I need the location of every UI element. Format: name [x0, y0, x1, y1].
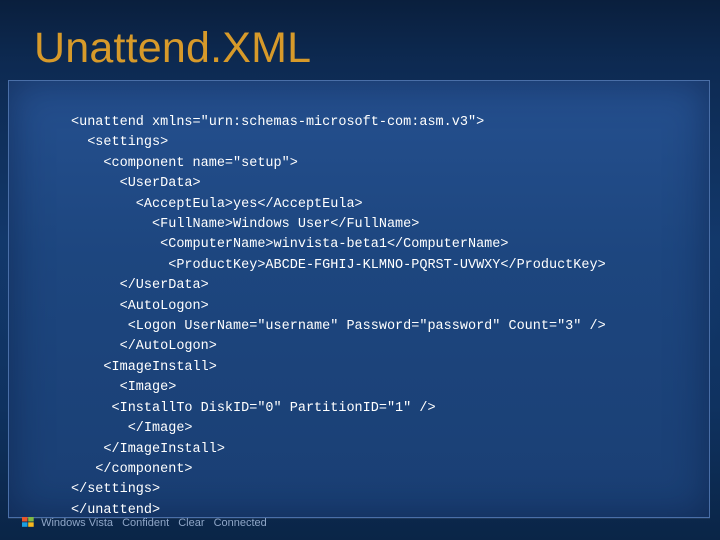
code-line: </Image>: [71, 421, 193, 437]
code-line: </AutoLogon>: [71, 339, 217, 355]
code-line: <component name="setup">: [71, 155, 298, 171]
code-line: <FullName>Windows User</FullName>: [71, 217, 420, 233]
windows-flag-icon: [22, 517, 34, 527]
code-line: </ImageInstall>: [71, 441, 225, 457]
code-line: <InstallTo DiskID="0" PartitionID="1" />: [71, 400, 436, 416]
code-line: <Logon UserName="username" Password="pas…: [71, 319, 606, 335]
code-line: <ComputerName>winvista-beta1</ComputerNa…: [71, 237, 509, 253]
footer-tagline-connected: Connected: [213, 517, 267, 529]
code-line: </component>: [71, 461, 193, 477]
code-line: </UserData>: [71, 278, 209, 294]
code-line: <AutoLogon>: [71, 298, 209, 314]
code-line: <ImageInstall>: [71, 359, 217, 375]
code-line: </settings>: [71, 482, 161, 498]
code-line: <UserData>: [71, 176, 201, 192]
code-line: <Image>: [71, 380, 177, 396]
xml-code-block: <unattend xmlns="urn:schemas-microsoft-c…: [71, 113, 606, 521]
slide-title: Unattend.XML: [34, 24, 312, 72]
footer-brand: Windows Vista: [41, 517, 113, 529]
code-line: <settings>: [71, 135, 169, 151]
footer-tagline-confident: Confident: [122, 517, 170, 529]
code-line: <AcceptEula>yes</AcceptEula>: [71, 196, 363, 212]
code-line: <unattend xmlns="urn:schemas-microsoft-c…: [71, 115, 485, 130]
slide-footer: Windows Vista Confident Clear Connected: [22, 516, 267, 536]
footer-tagline-clear: Clear: [178, 517, 205, 529]
code-line: <ProductKey>ABCDE-FGHIJ-KLMNO-PQRST-UVWX…: [71, 257, 606, 273]
code-panel: <unattend xmlns="urn:schemas-microsoft-c…: [8, 80, 710, 518]
